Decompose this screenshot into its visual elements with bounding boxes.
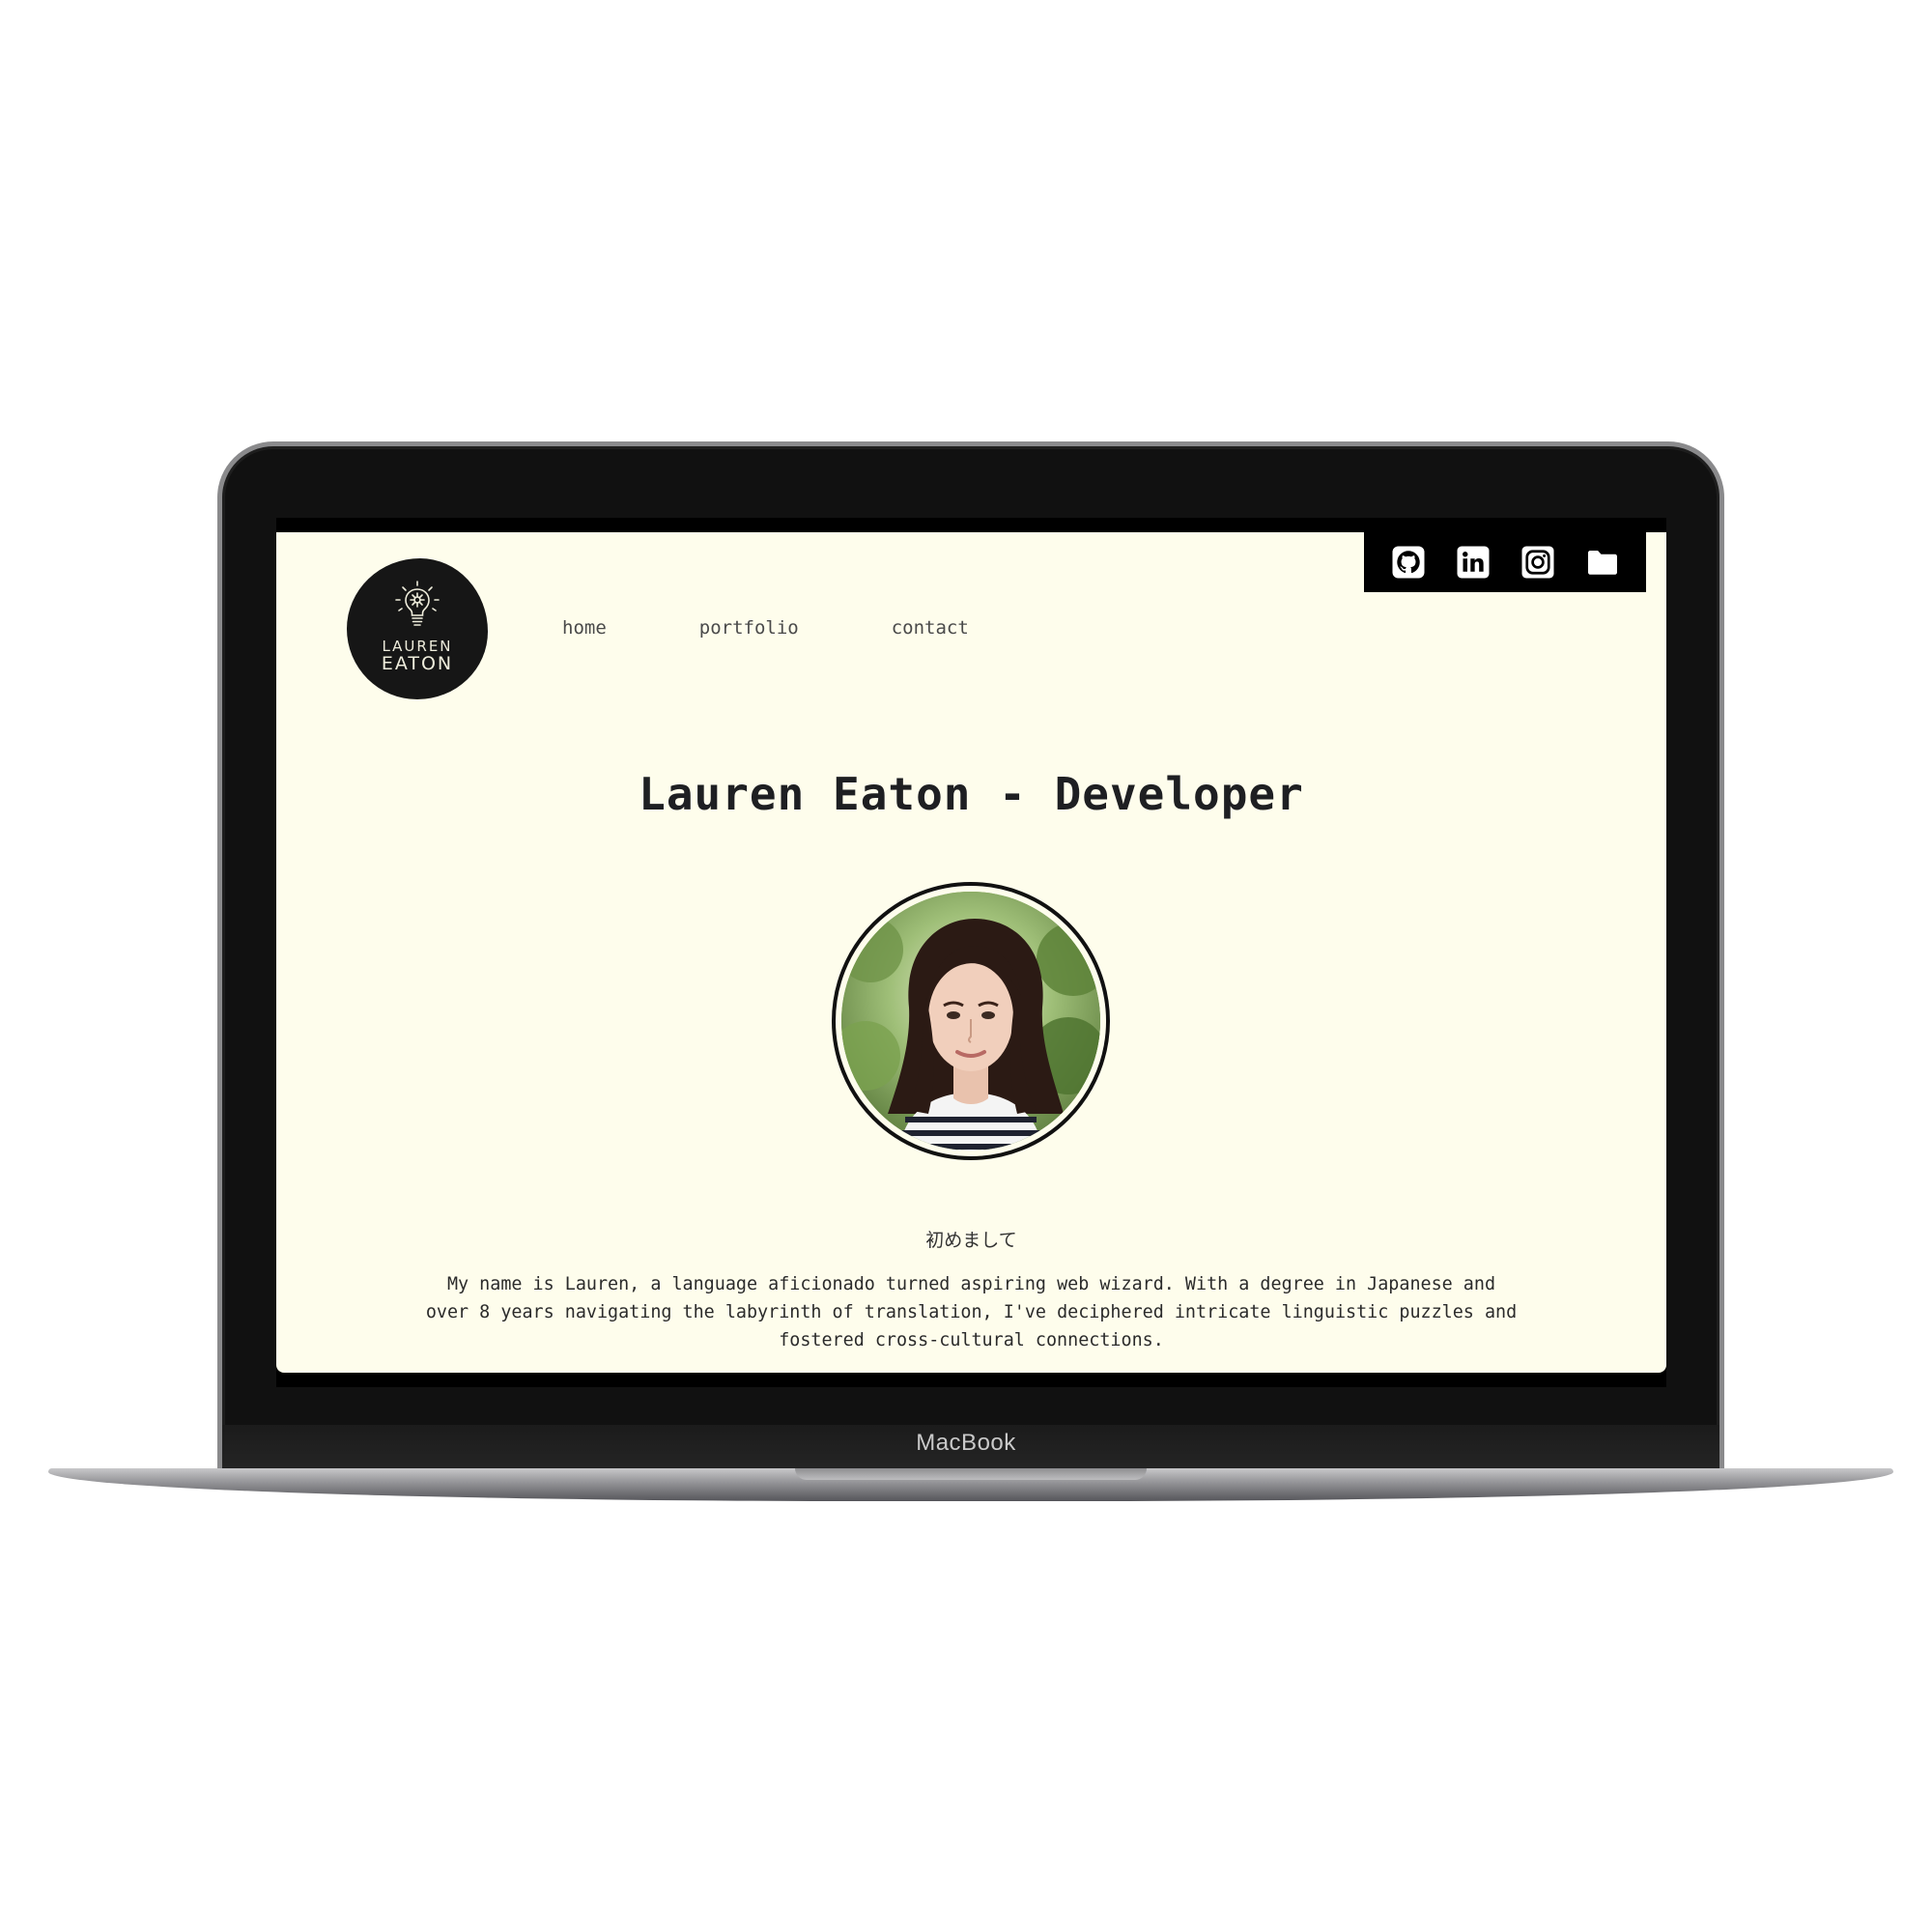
profile-photo bbox=[832, 882, 1110, 1160]
portrait-illustration bbox=[841, 892, 1100, 1151]
device-brand-label: MacBook bbox=[916, 1430, 1016, 1456]
github-icon[interactable] bbox=[1390, 544, 1427, 581]
social-links-bar bbox=[1364, 532, 1646, 592]
github-icon-glyph bbox=[1392, 546, 1424, 578]
linkedin-icon-glyph bbox=[1457, 546, 1489, 578]
main-nav: home portfolio contact bbox=[562, 617, 969, 639]
laptop-hinge-notch bbox=[795, 1468, 1147, 1480]
instagram-icon[interactable] bbox=[1520, 544, 1556, 581]
website-page: LAUREN EATON home portfolio contact Laur… bbox=[276, 532, 1666, 1373]
logo-text-last-name: EATON bbox=[381, 653, 454, 674]
laptop-screen: LAUREN EATON home portfolio contact Laur… bbox=[276, 518, 1666, 1387]
nav-link-portfolio[interactable]: portfolio bbox=[699, 617, 799, 639]
site-logo[interactable]: LAUREN EATON bbox=[347, 558, 488, 699]
greeting-text: 初めまして bbox=[925, 1230, 1017, 1251]
lightbulb-icon bbox=[395, 581, 440, 626]
folder-icon[interactable] bbox=[1584, 544, 1621, 581]
folder-icon-glyph bbox=[1587, 550, 1617, 575]
bio-paragraph: My name is Lauren, a language aficionado… bbox=[425, 1274, 1518, 1350]
page-title: Lauren Eaton - Developer bbox=[639, 768, 1304, 820]
nav-link-contact[interactable]: contact bbox=[892, 617, 969, 639]
instagram-icon-glyph bbox=[1521, 546, 1553, 578]
linkedin-icon[interactable] bbox=[1455, 544, 1492, 581]
profile-photo-image bbox=[841, 892, 1100, 1151]
nav-link-home[interactable]: home bbox=[562, 617, 607, 639]
